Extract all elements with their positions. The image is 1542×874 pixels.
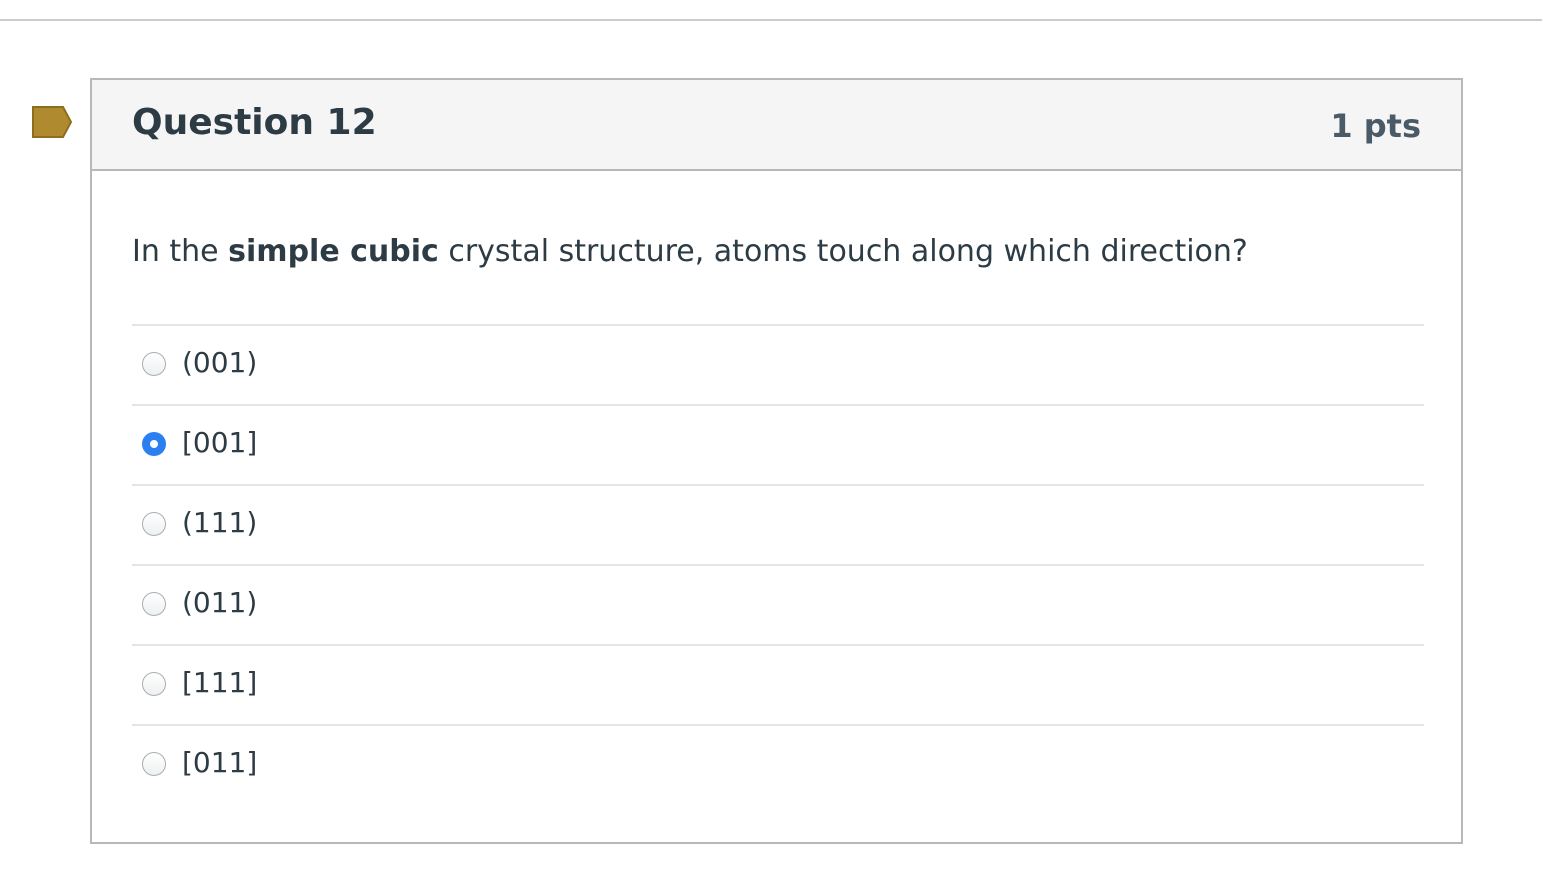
answer-label[interactable]: [001] [182, 426, 257, 459]
quiz-page: Question 12 1 pts In the simple cubic cr… [0, 0, 1542, 874]
question-card: Question 12 1 pts In the simple cubic cr… [90, 78, 1463, 844]
answer-list: (001) [001] (111) (011) [111] [011] [132, 324, 1424, 804]
radio-button[interactable] [142, 592, 166, 616]
question-points: 1 pts [1330, 107, 1421, 145]
top-divider [0, 19, 1542, 21]
answer-label[interactable]: (111) [182, 506, 257, 539]
answer-option[interactable]: [111] [132, 644, 1424, 724]
answer-option[interactable]: [001] [132, 404, 1424, 484]
radio-button[interactable] [142, 512, 166, 536]
answer-label[interactable]: [011] [182, 746, 257, 779]
question-text-bold: simple cubic [228, 234, 439, 269]
answer-option[interactable]: (111) [132, 484, 1424, 564]
flag-question-icon[interactable] [32, 106, 72, 138]
question-header: Question 12 1 pts [92, 80, 1461, 171]
question-text: In the simple cubic crystal structure, a… [132, 234, 1248, 269]
answer-option[interactable]: (001) [132, 324, 1424, 404]
question-text-start: In the [132, 234, 229, 269]
answer-label[interactable]: (001) [182, 346, 257, 379]
radio-button[interactable] [142, 752, 166, 776]
radio-button[interactable] [142, 352, 166, 376]
answer-option[interactable]: [011] [132, 724, 1424, 804]
radio-button-selected[interactable] [142, 432, 166, 456]
question-title: Question 12 [132, 102, 377, 143]
answer-label[interactable]: (011) [182, 586, 257, 619]
answer-option[interactable]: (011) [132, 564, 1424, 644]
radio-button[interactable] [142, 672, 166, 696]
answer-label[interactable]: [111] [182, 666, 257, 699]
question-text-end: crystal structure, atoms touch along whi… [438, 234, 1248, 269]
